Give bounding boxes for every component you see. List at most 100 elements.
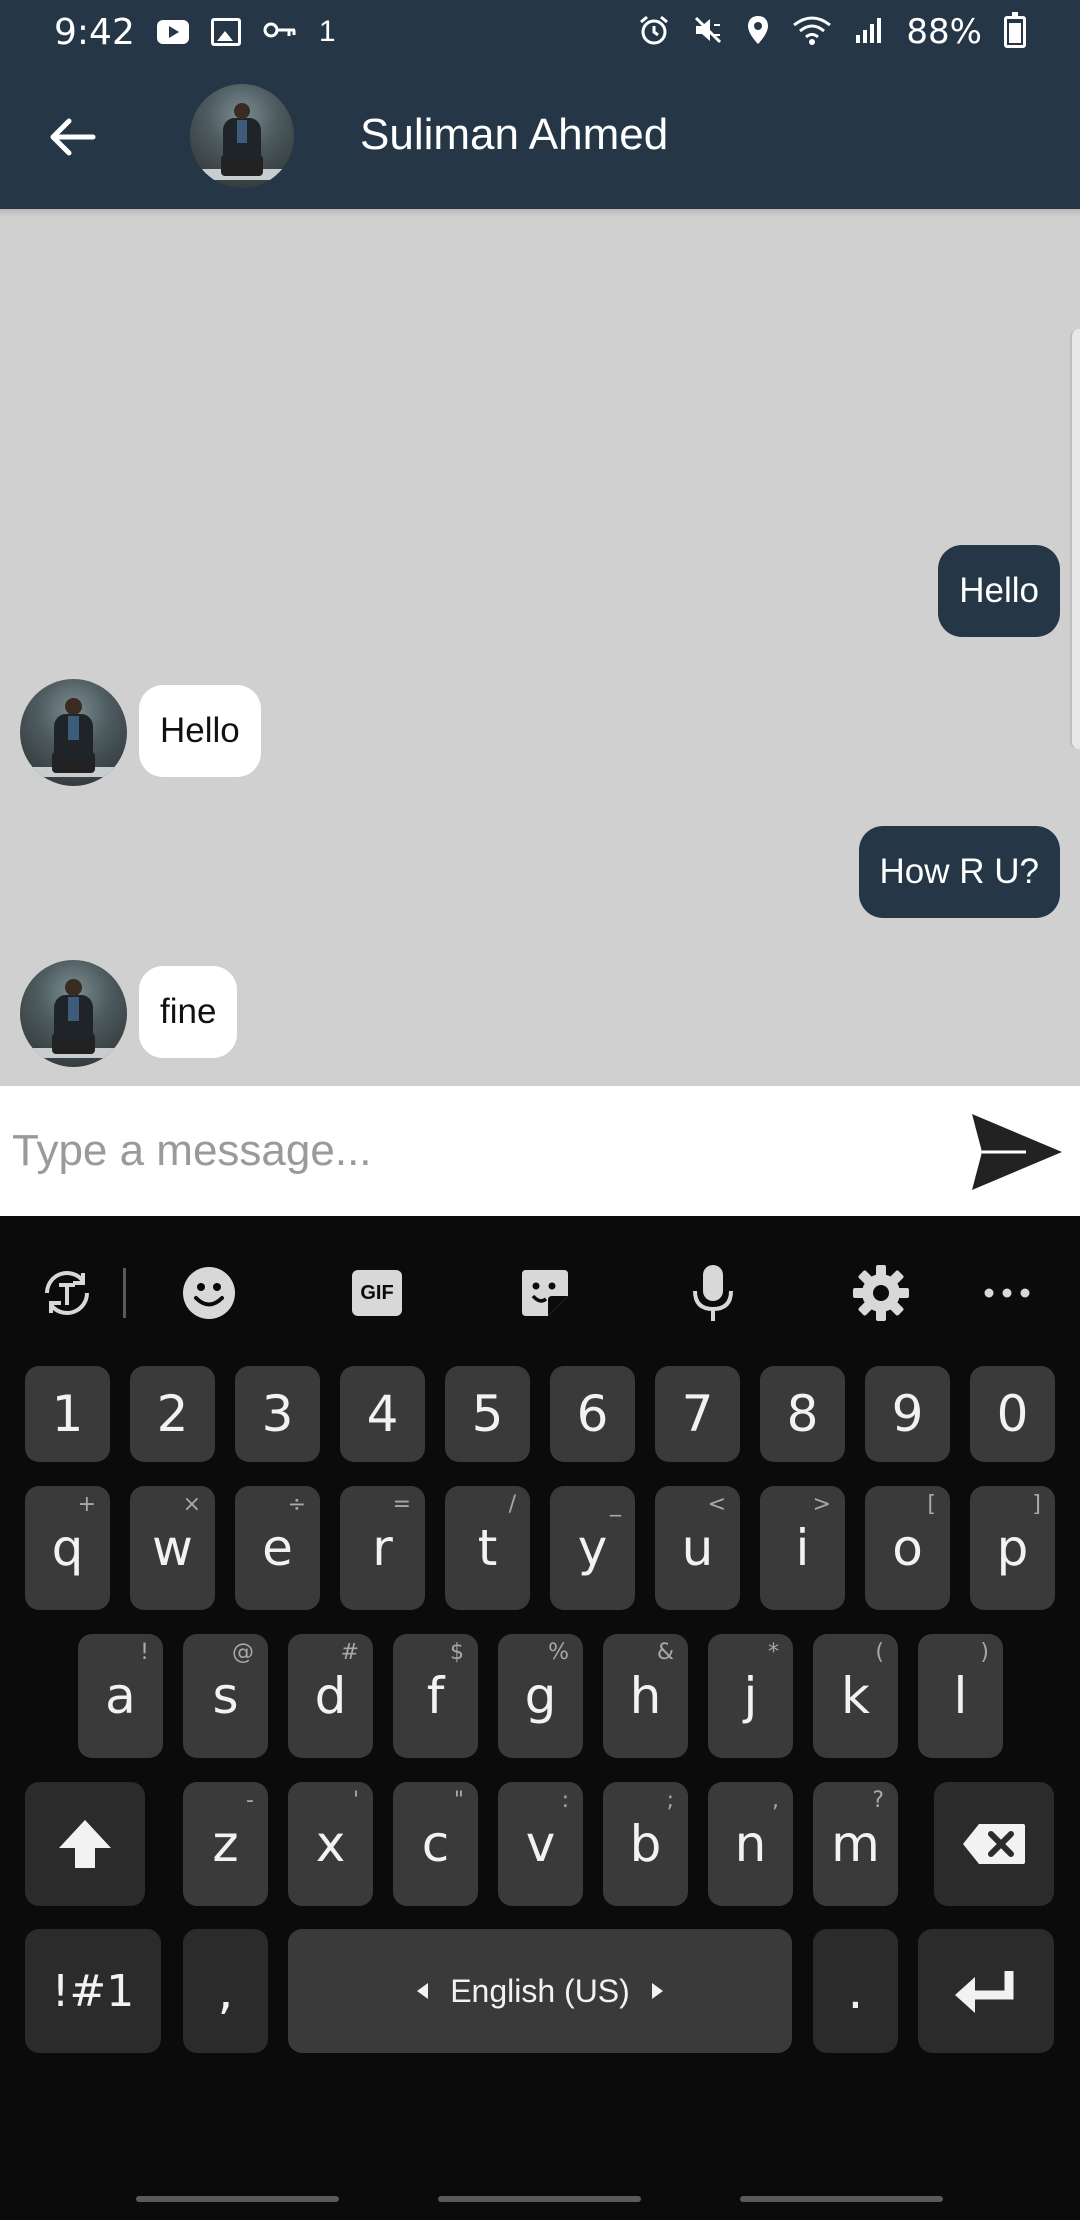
send-button[interactable]: [966, 1110, 1066, 1194]
key-5[interactable]: 5: [445, 1366, 530, 1462]
key-c[interactable]: " c: [393, 1782, 478, 1906]
key-1[interactable]: 1: [25, 1366, 110, 1462]
key-x[interactable]: ' x: [288, 1782, 373, 1906]
key-t[interactable]: / t: [445, 1486, 530, 1610]
image-icon: [210, 18, 241, 46]
comma-key[interactable]: ,: [183, 1929, 268, 2053]
nav-hint-left[interactable]: [136, 2196, 339, 2202]
key-8[interactable]: 8: [760, 1366, 845, 1462]
key-hint: *: [768, 1640, 779, 1665]
key-v[interactable]: :v: [498, 1782, 583, 1906]
key-7[interactable]: 7: [655, 1366, 740, 1462]
key-label: r: [372, 1519, 393, 1577]
key-hint: &: [656, 1640, 674, 1665]
key-label: !#1: [51, 1965, 135, 2017]
key-k[interactable]: (k: [813, 1634, 898, 1758]
keyboard-toolbar: GIF: [0, 1216, 1080, 1366]
key-3[interactable]: 3: [235, 1366, 320, 1462]
key-h[interactable]: & h: [603, 1634, 688, 1758]
key-label: d: [314, 1667, 347, 1725]
backspace-key[interactable]: [934, 1782, 1054, 1906]
key-p[interactable]: ] p: [970, 1486, 1055, 1610]
key-label: s: [212, 1667, 239, 1725]
key-s[interactable]: @ s: [183, 1634, 268, 1758]
key-z[interactable]: -z: [183, 1782, 268, 1906]
key-label: 8: [786, 1385, 819, 1443]
nav-hint-right[interactable]: [740, 2196, 943, 2202]
location-icon: [746, 14, 770, 51]
space-key[interactable]: English (US): [288, 1929, 792, 2053]
key-label: t: [477, 1519, 498, 1577]
key-label: f: [426, 1667, 445, 1725]
back-button[interactable]: [40, 104, 106, 170]
key-w[interactable]: × w: [130, 1486, 215, 1610]
sender-avatar[interactable]: [20, 960, 127, 1067]
voice-input-button[interactable]: [678, 1258, 748, 1328]
emoji-button[interactable]: [174, 1258, 244, 1328]
wifi-icon: [792, 15, 832, 50]
arrow-left-icon: [50, 118, 96, 156]
key-u[interactable]: < u: [655, 1486, 740, 1610]
translate-icon: [45, 1271, 89, 1315]
signal-icon: [854, 15, 884, 50]
mute-icon: [692, 14, 724, 51]
key-label: q: [51, 1519, 84, 1577]
period-key[interactable]: .: [813, 1929, 898, 2053]
emoji-icon: [183, 1267, 235, 1319]
sticker-button[interactable]: [510, 1258, 580, 1328]
key-label: p: [996, 1519, 1029, 1577]
more-options-button[interactable]: [972, 1258, 1042, 1328]
key-9[interactable]: 9: [865, 1366, 950, 1462]
incoming-message[interactable]: fine: [139, 966, 238, 1058]
key-f[interactable]: $ f: [393, 1634, 478, 1758]
key-label: c: [421, 1815, 450, 1873]
key-b[interactable]: ; b: [603, 1782, 688, 1906]
nav-hint-center[interactable]: [438, 2196, 641, 2202]
shift-key[interactable]: [25, 1782, 145, 1906]
battery-percent: 88%: [906, 12, 982, 52]
gif-label: GIF: [360, 1281, 394, 1304]
key-label: y: [577, 1519, 608, 1577]
key-e[interactable]: ÷ e: [235, 1486, 320, 1610]
key-hint: ×: [182, 1492, 201, 1517]
gif-button[interactable]: GIF: [342, 1258, 412, 1328]
key-n[interactable]: ,n: [708, 1782, 793, 1906]
key-j[interactable]: * j: [708, 1634, 793, 1758]
message-input[interactable]: [12, 1114, 932, 1188]
message-list[interactable]: Hello Hello How R U? fine: [0, 209, 1080, 1086]
key-0[interactable]: 0: [970, 1366, 1055, 1462]
key-label: u: [681, 1519, 714, 1577]
key-6[interactable]: 6: [550, 1366, 635, 1462]
keyboard-settings-button[interactable]: [846, 1258, 916, 1328]
outgoing-message[interactable]: Hello: [938, 545, 1060, 637]
key-hint: [: [927, 1492, 936, 1517]
key-label: l: [953, 1667, 968, 1725]
key-i[interactable]: > i: [760, 1486, 845, 1610]
key-a[interactable]: ! a: [78, 1634, 163, 1758]
key-y[interactable]: _ y: [550, 1486, 635, 1610]
status-bar-left: 9:42 1: [54, 12, 336, 53]
enter-key[interactable]: [918, 1929, 1054, 2053]
outgoing-message[interactable]: How R U?: [858, 826, 1060, 918]
key-d[interactable]: # d: [288, 1634, 373, 1758]
battery-charging-icon: [1004, 12, 1026, 48]
key-l[interactable]: ) l: [918, 1634, 1003, 1758]
key-m[interactable]: ? m: [813, 1782, 898, 1906]
sender-avatar[interactable]: [20, 679, 127, 786]
youtube-icon: [156, 20, 189, 44]
key-g[interactable]: % g: [498, 1634, 583, 1758]
symbols-key[interactable]: !#1: [25, 1929, 161, 2053]
key-2[interactable]: 2: [130, 1366, 215, 1462]
key-o[interactable]: [o: [865, 1486, 950, 1610]
contact-avatar[interactable]: [190, 84, 294, 188]
keyboard: GIF 1 2 3 4 5 6 7 8 9 0 + q × w ÷ e = r …: [0, 1216, 1080, 2220]
contact-name[interactable]: Suliman Ahmed: [360, 110, 668, 160]
incoming-message[interactable]: Hello: [139, 685, 261, 777]
key-label: v: [525, 1815, 556, 1873]
key-r[interactable]: = r: [340, 1486, 425, 1610]
key-label: o: [892, 1519, 923, 1577]
translate-button[interactable]: [32, 1258, 102, 1328]
key-q[interactable]: + q: [25, 1486, 110, 1610]
key-4[interactable]: 4: [340, 1366, 425, 1462]
key-label: 4: [366, 1385, 399, 1443]
